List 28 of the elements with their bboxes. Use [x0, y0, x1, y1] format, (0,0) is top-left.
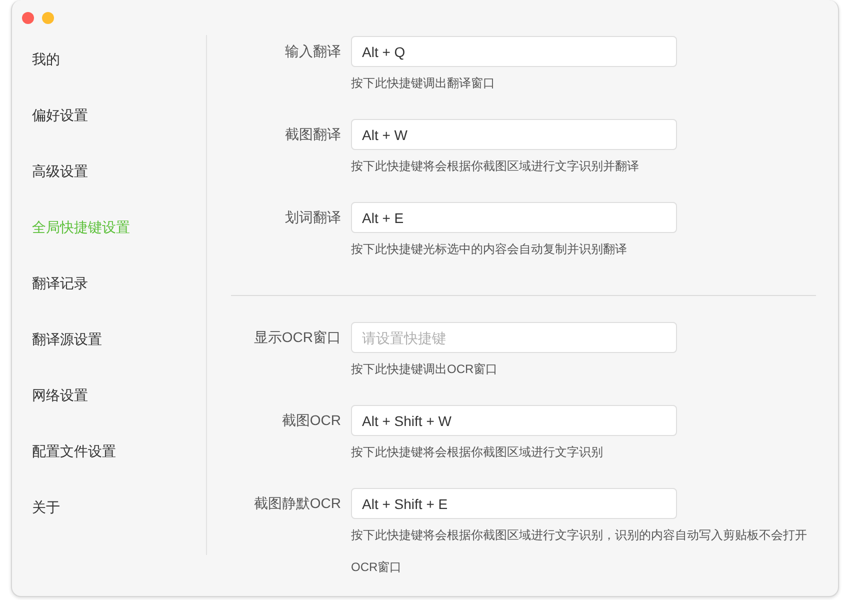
sidebar-item[interactable]: 网络设置 [32, 387, 206, 443]
field-label: 划词翻译 [284, 208, 341, 226]
hint-text: 按下此快捷键将会根据你截图区域进行文字识别并翻译 [351, 158, 640, 175]
sidebar-item[interactable]: 偏好设置 [32, 107, 206, 163]
close-icon[interactable] [22, 12, 34, 24]
sidebar-item[interactable]: 我的 [32, 51, 206, 107]
shortcut-field[interactable]: Alt + Shift + E [351, 488, 677, 519]
hint-text: 按下此快捷键将会根据你截图区域进行文字识别 [351, 444, 604, 461]
field-label: 输入翻译 [284, 42, 341, 60]
sidebar-item[interactable]: 高级设置 [32, 163, 206, 219]
sidebar-item[interactable]: 配置文件设置 [32, 443, 206, 499]
minimize-icon[interactable] [42, 12, 54, 24]
hint-text: 按下此快捷键调出翻译窗口 [351, 75, 496, 92]
field-label: 截图OCR [280, 412, 341, 430]
field-label: 截图翻译 [284, 126, 341, 144]
shortcut-field[interactable]: Alt + E [351, 202, 677, 233]
shortcut-field[interactable]: Alt + W [351, 119, 677, 150]
hint-text: 按下此快捷键调出OCR窗口 [351, 361, 499, 378]
sidebar-item[interactable]: 翻译记录 [32, 275, 206, 331]
field-label: 截图静默OCR [252, 494, 341, 512]
shortcut-field[interactable]: 请设置快捷键 [351, 322, 677, 353]
field-label: 显示OCR窗口 [252, 328, 341, 346]
sidebar-item[interactable]: 翻译源设置 [32, 331, 206, 387]
shortcut-field[interactable]: Alt + Shift + W [351, 405, 677, 436]
sidebar-item[interactable]: 关于 [32, 499, 206, 555]
shortcut-field[interactable]: Alt + Q [351, 36, 677, 67]
hint-text: 按下此快捷键光标选中的内容会自动复制并识别翻译 [351, 241, 628, 258]
hint-text: 按下此快捷键将会根据你截图区域进行文字识别，识别的内容自动写入剪贴板不会打开OCR窗口 [351, 527, 808, 576]
